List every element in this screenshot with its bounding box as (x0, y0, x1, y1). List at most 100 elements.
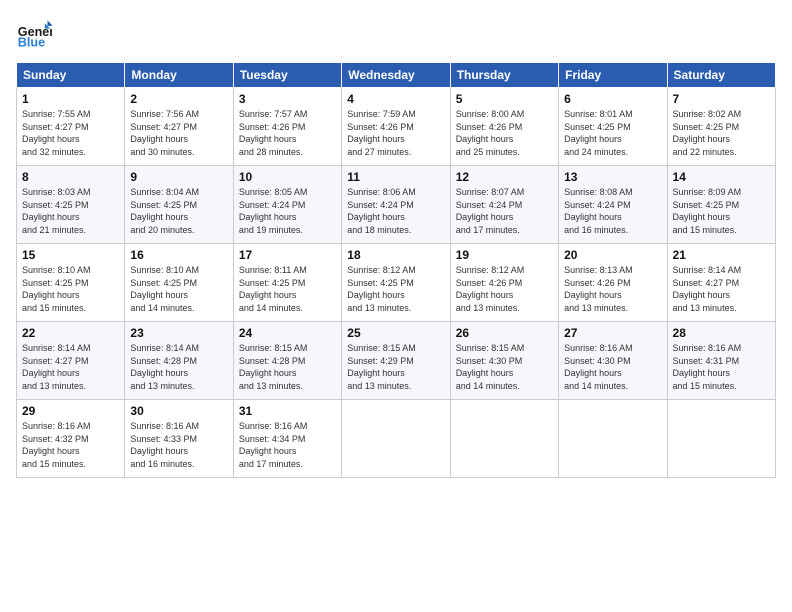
calendar-cell: 19 Sunrise: 8:12 AMSunset: 4:26 PMDayligh… (450, 244, 558, 322)
cell-info: Sunrise: 8:16 AMSunset: 4:32 PMDaylight … (22, 420, 119, 470)
day-number: 28 (673, 326, 770, 340)
calendar-cell: 23 Sunrise: 8:14 AMSunset: 4:28 PMDayligh… (125, 322, 233, 400)
day-number: 18 (347, 248, 444, 262)
calendar-cell: 6Sunrise: 8:01 AMSunset: 4:25 PMDaylight… (559, 88, 667, 166)
day-number: 13 (564, 170, 661, 184)
calendar-cell: 13 Sunrise: 8:08 AMSunset: 4:24 PMDayligh… (559, 166, 667, 244)
cell-info: Sunrise: 8:10 AMSunset: 4:25 PMDaylight … (22, 264, 119, 314)
cell-info: Sunrise: 8:14 AMSunset: 4:27 PMDaylight … (673, 264, 770, 314)
cell-info: Sunrise: 8:05 AMSunset: 4:24 PMDaylight … (239, 186, 336, 236)
cell-info: Sunrise: 8:00 AMSunset: 4:26 PMDaylight … (456, 108, 553, 158)
day-number: 1 (22, 92, 119, 106)
page-container: General Blue SundayMondayTuesdayWednesda… (0, 0, 792, 612)
calendar-cell (667, 400, 775, 478)
calendar-cell: 16 Sunrise: 8:10 AMSunset: 4:25 PMDayligh… (125, 244, 233, 322)
calendar-cell: 25Sunrise: 8:15 AMSunset: 4:29 PMDayligh… (342, 322, 450, 400)
day-number: 27 (564, 326, 661, 340)
day-number: 22 (22, 326, 119, 340)
day-number: 19 (456, 248, 553, 262)
calendar-cell: 14 Sunrise: 8:09 AMSunset: 4:25 PMDayligh… (667, 166, 775, 244)
day-number: 10 (239, 170, 336, 184)
calendar-cell: 17Sunrise: 8:11 AMSunset: 4:25 PMDayligh… (233, 244, 341, 322)
cell-info: Sunrise: 8:04 AMSunset: 4:25 PMDaylight … (130, 186, 227, 236)
day-number: 24 (239, 326, 336, 340)
day-number: 3 (239, 92, 336, 106)
calendar-cell: 15 Sunrise: 8:10 AMSunset: 4:25 PMDayligh… (17, 244, 125, 322)
weekday-label: Saturday (667, 63, 775, 88)
day-number: 16 (130, 248, 227, 262)
cell-info: Sunrise: 8:16 AMSunset: 4:30 PMDaylight … (564, 342, 661, 392)
day-number: 26 (456, 326, 553, 340)
calendar-cell: 27 Sunrise: 8:16 AMSunset: 4:30 PMDayligh… (559, 322, 667, 400)
calendar-cell: 22 Sunrise: 8:14 AMSunset: 4:27 PMDayligh… (17, 322, 125, 400)
cell-info: Sunrise: 8:07 AMSunset: 4:24 PMDaylight … (456, 186, 553, 236)
day-number: 17 (239, 248, 336, 262)
cell-info: Sunrise: 8:08 AMSunset: 4:24 PMDaylight … (564, 186, 661, 236)
weekday-label: Wednesday (342, 63, 450, 88)
calendar-week-row: 1 Sunrise: 7:55 AMSunset: 4:27 PMDaylight… (17, 88, 776, 166)
cell-info: Sunrise: 8:10 AMSunset: 4:25 PMDaylight … (130, 264, 227, 314)
svg-text:Blue: Blue (18, 36, 45, 50)
calendar-cell: 5 Sunrise: 8:00 AMSunset: 4:26 PMDaylight… (450, 88, 558, 166)
cell-info: Sunrise: 7:55 AMSunset: 4:27 PMDaylight … (22, 108, 119, 158)
calendar-cell: 28Sunrise: 8:16 AMSunset: 4:31 PMDayligh… (667, 322, 775, 400)
calendar-week-row: 29 Sunrise: 8:16 AMSunset: 4:32 PMDayligh… (17, 400, 776, 478)
calendar-cell: 10 Sunrise: 8:05 AMSunset: 4:24 PMDayligh… (233, 166, 341, 244)
calendar-cell: 18Sunrise: 8:12 AMSunset: 4:25 PMDayligh… (342, 244, 450, 322)
calendar-cell: 30 Sunrise: 8:16 AMSunset: 4:33 PMDayligh… (125, 400, 233, 478)
calendar-cell: 31Sunrise: 8:16 AMSunset: 4:34 PMDayligh… (233, 400, 341, 478)
cell-info: Sunrise: 8:01 AMSunset: 4:25 PMDaylight … (564, 108, 661, 158)
calendar-cell: 1 Sunrise: 7:55 AMSunset: 4:27 PMDaylight… (17, 88, 125, 166)
logo-icon: General Blue (16, 16, 52, 52)
day-number: 14 (673, 170, 770, 184)
calendar-cell: 29 Sunrise: 8:16 AMSunset: 4:32 PMDayligh… (17, 400, 125, 478)
calendar-cell: 8 Sunrise: 8:03 AMSunset: 4:25 PMDaylight… (17, 166, 125, 244)
cell-info: Sunrise: 8:12 AMSunset: 4:26 PMDaylight … (456, 264, 553, 314)
day-number: 20 (564, 248, 661, 262)
calendar-cell: 20 Sunrise: 8:13 AMSunset: 4:26 PMDayligh… (559, 244, 667, 322)
day-number: 23 (130, 326, 227, 340)
weekday-header-row: SundayMondayTuesdayWednesdayThursdayFrid… (17, 63, 776, 88)
cell-info: Sunrise: 8:16 AMSunset: 4:33 PMDaylight … (130, 420, 227, 470)
calendar-cell: 24Sunrise: 8:15 AMSunset: 4:28 PMDayligh… (233, 322, 341, 400)
calendar-cell: 2Sunrise: 7:56 AMSunset: 4:27 PMDaylight… (125, 88, 233, 166)
calendar-cell: 4 Sunrise: 7:59 AMSunset: 4:26 PMDaylight… (342, 88, 450, 166)
cell-info: Sunrise: 8:09 AMSunset: 4:25 PMDaylight … (673, 186, 770, 236)
day-number: 30 (130, 404, 227, 418)
cell-info: Sunrise: 8:06 AMSunset: 4:24 PMDaylight … (347, 186, 444, 236)
cell-info: Sunrise: 8:02 AMSunset: 4:25 PMDaylight … (673, 108, 770, 158)
cell-info: Sunrise: 7:57 AMSunset: 4:26 PMDaylight … (239, 108, 336, 158)
weekday-label: Friday (559, 63, 667, 88)
calendar-cell (342, 400, 450, 478)
day-number: 21 (673, 248, 770, 262)
header: General Blue (16, 16, 776, 52)
calendar-week-row: 22 Sunrise: 8:14 AMSunset: 4:27 PMDayligh… (17, 322, 776, 400)
day-number: 4 (347, 92, 444, 106)
calendar-table: SundayMondayTuesdayWednesdayThursdayFrid… (16, 62, 776, 478)
cell-info: Sunrise: 8:15 AMSunset: 4:30 PMDaylight … (456, 342, 553, 392)
day-number: 8 (22, 170, 119, 184)
weekday-label: Tuesday (233, 63, 341, 88)
weekday-label: Thursday (450, 63, 558, 88)
day-number: 11 (347, 170, 444, 184)
calendar-cell (450, 400, 558, 478)
day-number: 15 (22, 248, 119, 262)
cell-info: Sunrise: 8:14 AMSunset: 4:27 PMDaylight … (22, 342, 119, 392)
weekday-label: Monday (125, 63, 233, 88)
day-number: 5 (456, 92, 553, 106)
calendar-cell: 12Sunrise: 8:07 AMSunset: 4:24 PMDayligh… (450, 166, 558, 244)
cell-info: Sunrise: 8:03 AMSunset: 4:25 PMDaylight … (22, 186, 119, 236)
day-number: 2 (130, 92, 227, 106)
calendar-cell (559, 400, 667, 478)
calendar-cell: 21 Sunrise: 8:14 AMSunset: 4:27 PMDayligh… (667, 244, 775, 322)
day-number: 7 (673, 92, 770, 106)
weekday-label: Sunday (17, 63, 125, 88)
logo: General Blue (16, 16, 56, 52)
cell-info: Sunrise: 8:14 AMSunset: 4:28 PMDaylight … (130, 342, 227, 392)
cell-info: Sunrise: 8:13 AMSunset: 4:26 PMDaylight … (564, 264, 661, 314)
day-number: 29 (22, 404, 119, 418)
cell-info: Sunrise: 7:59 AMSunset: 4:26 PMDaylight … (347, 108, 444, 158)
calendar-cell: 26 Sunrise: 8:15 AMSunset: 4:30 PMDayligh… (450, 322, 558, 400)
calendar-cell: 9Sunrise: 8:04 AMSunset: 4:25 PMDaylight… (125, 166, 233, 244)
calendar-body: 1 Sunrise: 7:55 AMSunset: 4:27 PMDaylight… (17, 88, 776, 478)
